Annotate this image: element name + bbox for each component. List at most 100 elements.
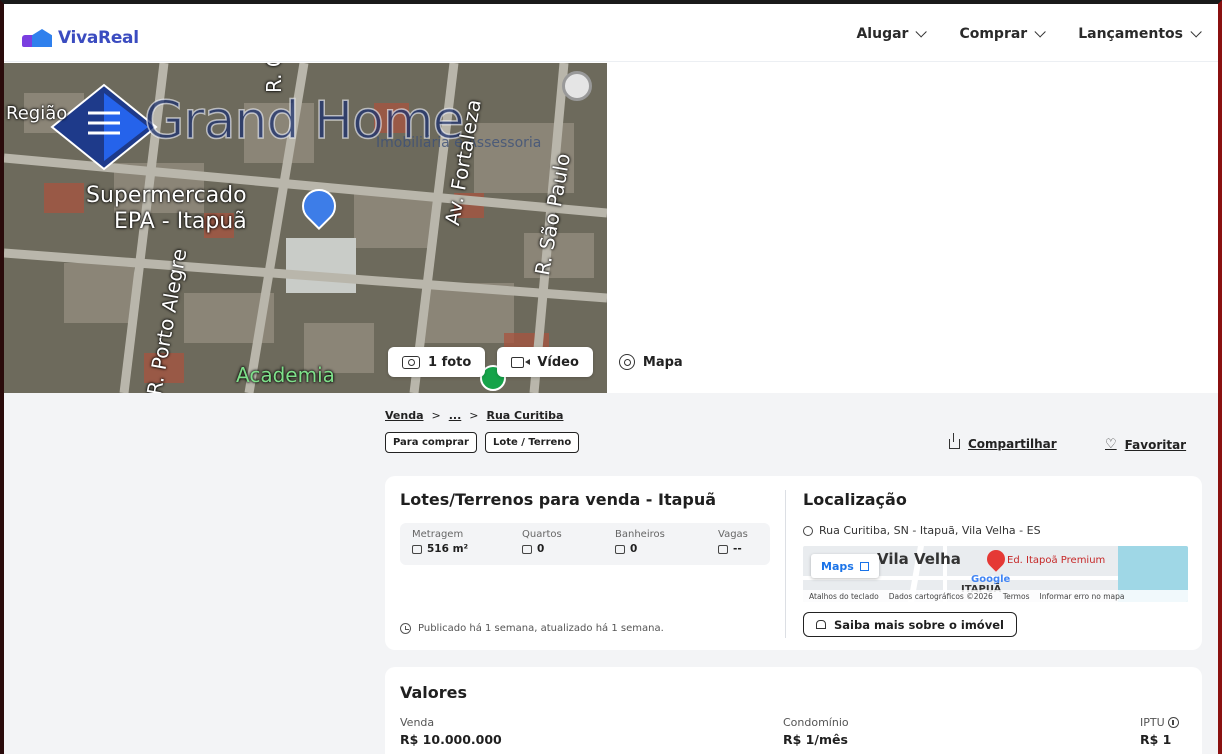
stat-metragem: Metragem 516 m²: [412, 529, 468, 555]
map-label-academia: Academia: [236, 363, 335, 387]
share-label: Compartilhar: [968, 437, 1057, 451]
listing-photo[interactable]: Grand Home Imobiliária e Assessoria Supe…: [4, 63, 607, 393]
more-info-button[interactable]: Saiba mais sobre o imóvel: [803, 612, 1017, 637]
stat-label: Metragem: [412, 529, 464, 540]
location-title: Localização: [803, 490, 907, 509]
breadcrumb-separator: >: [431, 409, 441, 422]
map-pin-icon: [618, 354, 635, 370]
map-label-supermercado: Supermercado: [86, 183, 247, 208]
value-venda: Venda R$ 10.000.000: [400, 716, 502, 747]
building-icon: [816, 620, 826, 629]
value-condominio: Condomínio R$ 1/mês: [783, 716, 849, 747]
nav-lancamentos-label: Lançamentos: [1078, 26, 1183, 42]
map-city-label: Vila Velha: [877, 550, 961, 568]
media-buttons: 1 foto Vídeo Mapa: [388, 347, 697, 377]
value-amount: R$ 10.000.000: [400, 732, 502, 747]
video-button[interactable]: Vídeo: [497, 347, 593, 377]
breadcrumb-rua-curitiba[interactable]: Rua Curitiba: [486, 409, 563, 422]
map-footer-shortcuts[interactable]: Atalhos do teclado: [809, 592, 879, 601]
breadcrumb: Venda > ... > Rua Curitiba: [385, 409, 563, 422]
address-text: Rua Curitiba, SN - Itapuã, Vila Velha - …: [819, 524, 1041, 537]
published-info: Publicado há 1 semana, atualizado há 1 s…: [400, 623, 664, 634]
nav-alugar[interactable]: Alugar: [856, 26, 928, 42]
value-label: IPTU: [1140, 716, 1165, 729]
stat-label: Banheiros: [615, 529, 665, 540]
bed-icon: [522, 544, 532, 554]
nav-alugar-label: Alugar: [856, 26, 909, 42]
stat-banheiros: Banheiros 0: [615, 529, 665, 555]
stat-label: Quartos: [522, 529, 562, 540]
photos-button-label: 1 foto: [428, 354, 472, 370]
camera-icon: [402, 355, 420, 369]
map-label-curitiba: R. Curitiba: [262, 63, 286, 93]
listing-tags: Para comprar Lote / Terreno: [385, 432, 580, 453]
external-link-icon: [859, 561, 869, 571]
value-amount: R$ 1: [1140, 732, 1172, 747]
map-footer-report[interactable]: Informar erro no mapa: [1040, 592, 1125, 601]
chevron-down-icon: [1190, 26, 1202, 38]
values-card: Valores Venda R$ 10.000.000 Condomínio R…: [385, 667, 1202, 754]
stat-value: --: [733, 543, 742, 555]
stat-value: 0: [630, 543, 638, 555]
site-header: VivaReal Alugar Comprar Lançamentos: [4, 4, 1218, 62]
car-icon: [718, 544, 728, 554]
listing-content: Venda > ... > Rua Curitiba Para comprar …: [4, 393, 1218, 754]
favorite-link[interactable]: ♡ Favoritar: [1105, 437, 1186, 452]
nav-lancamentos[interactable]: Lançamentos: [1078, 26, 1202, 42]
ruler-icon: [412, 544, 422, 554]
heart-icon: ♡: [1105, 437, 1117, 452]
shower-icon: [615, 544, 625, 554]
nav-comprar[interactable]: Comprar: [959, 26, 1046, 42]
location-address: Rua Curitiba, SN - Itapuã, Vila Velha - …: [803, 524, 1041, 537]
location-pin-icon: [562, 71, 592, 101]
value-iptu: IPTU R$ 1: [1140, 716, 1179, 747]
open-in-maps-button[interactable]: Maps: [811, 554, 879, 578]
main-nav: Alugar Comprar Lançamentos: [856, 26, 1202, 42]
listing-summary-card: Lotes/Terrenos para venda - Itapuã Metra…: [385, 476, 1202, 650]
photos-button[interactable]: 1 foto: [388, 347, 486, 377]
logo-text: VivaReal: [58, 28, 139, 48]
published-text: Publicado há 1 semana, atualizado há 1 s…: [418, 623, 664, 634]
video-button-label: Vídeo: [537, 354, 579, 370]
map-button[interactable]: Mapa: [605, 347, 697, 377]
map-footer-terms[interactable]: Termos: [1003, 592, 1030, 601]
share-icon: [949, 433, 960, 449]
share-link[interactable]: Compartilhar: [949, 433, 1057, 451]
location-minimap[interactable]: Vila Velha Ed. Itapoã Premium Google ITA…: [803, 546, 1188, 602]
favorite-label: Favoritar: [1124, 437, 1187, 452]
listing-stats: Metragem 516 m² Quartos 0 Banheiros 0 Va…: [400, 523, 770, 565]
tag-para-comprar: Para comprar: [385, 432, 477, 453]
value-label: Venda: [400, 716, 435, 729]
listing-title: Lotes/Terrenos para venda - Itapuã: [400, 490, 717, 509]
value-amount: R$ 1/mês: [783, 732, 848, 747]
stat-quartos: Quartos 0: [522, 529, 562, 555]
map-footer: Atalhos do teclado Dados cartográficos ©…: [803, 590, 1188, 602]
map-poi-label: Ed. Itapoã Premium: [1007, 555, 1106, 566]
location-pin-icon: [803, 525, 813, 536]
breadcrumb-venda[interactable]: Venda: [385, 409, 424, 422]
stat-vagas: Vagas --: [718, 529, 748, 555]
chevron-down-icon: [1034, 26, 1046, 38]
red-location-pin-icon: [983, 546, 1009, 572]
more-info-label: Saiba mais sobre o imóvel: [834, 617, 1004, 632]
breadcrumb-separator: >: [469, 409, 479, 422]
map-button-label: Mapa: [642, 354, 683, 370]
video-camera-icon: [511, 356, 531, 368]
card-divider: [785, 490, 786, 638]
clock-icon: [400, 623, 411, 634]
vivareal-logo[interactable]: VivaReal: [22, 28, 139, 48]
stat-value: 516 m²: [427, 543, 469, 555]
map-label-regiao: Região: [6, 103, 68, 124]
stat-value: 0: [537, 543, 545, 555]
house-logo-icon: [22, 29, 52, 47]
map-label-epa: EPA - Itapuã: [114, 209, 247, 234]
values-title: Valores: [400, 683, 468, 702]
chevron-down-icon: [915, 26, 928, 38]
value-label: Condomínio: [783, 716, 849, 729]
tag-lote-terreno: Lote / Terreno: [484, 432, 580, 453]
info-icon[interactable]: [1167, 717, 1179, 728]
maps-button-label: Maps: [821, 559, 854, 573]
breadcrumb-ellipsis[interactable]: ...: [449, 409, 462, 422]
stat-label: Vagas: [718, 529, 748, 540]
nav-comprar-label: Comprar: [959, 26, 1028, 42]
